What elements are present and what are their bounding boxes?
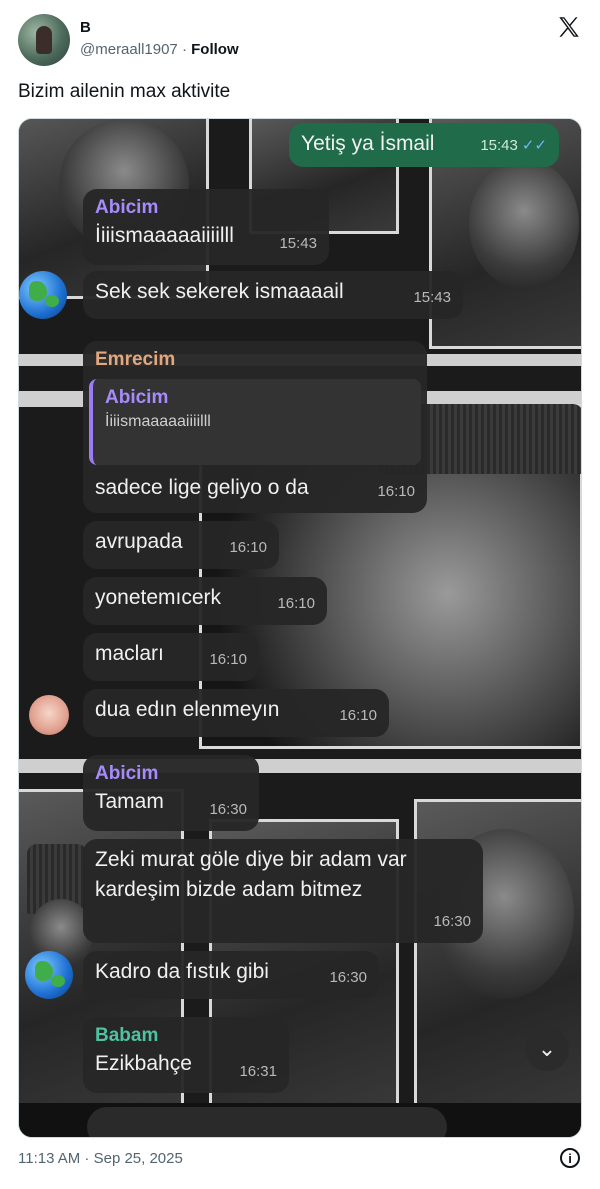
message-text: macları [95,642,164,665]
quoted-sender: Abicim [105,387,169,408]
message-sender: Babam [95,1025,159,1046]
message-meta: 15:43 ✓✓ [480,131,547,161]
message-time: 16:10 [209,651,247,668]
message-time: 16:10 [339,707,377,724]
separator: · [177,41,192,58]
message-time: 15:43 [279,235,317,252]
read-ticks-icon: ✓✓ [521,137,547,154]
message-time: 16:10 [377,483,415,500]
quoted-message[interactable]: Abicim İiiismaaaaaiiiilll [89,379,421,465]
message-time: 15:43 [480,137,518,154]
quoted-text: İiiismaaaaaiiiilll [105,413,211,430]
x-logo-icon[interactable] [556,14,582,40]
sender-avatar-pet[interactable] [29,695,69,735]
scroll-down-chevron-icon[interactable]: ⌄ [525,1027,569,1071]
message-incoming[interactable]: yonetemıcerk 16:10 [83,577,327,625]
tweet-text: Bizim ailenin max aktivite [18,81,231,102]
message-text: Sek sek sekerek ismaaaail [95,280,344,303]
message-incoming[interactable]: macları 16:10 [83,633,259,681]
display-name[interactable]: B [80,19,91,36]
message-incoming[interactable]: Sek sek sekerek ismaaaail 15:43 [83,271,463,319]
message-text-line-1: Zeki murat göle diye bir adam var [95,848,407,871]
message-text-line-2: kardeşim bizde adam bitmez [95,878,363,901]
chat-input-bar [19,1103,581,1137]
message-time: 15:43 [413,289,451,306]
message-text: dua edın elenmeyın [95,698,280,721]
message-incoming[interactable]: Zeki murat göle diye bir adam var kardeş… [83,839,483,943]
message-text: sadece lige geliyo o da [95,476,309,499]
message-time: 16:31 [239,1063,277,1080]
message-incoming[interactable]: Abicim Tamam 16:30 [83,755,259,831]
chat-screenshot[interactable]: Yetiş ya İsmail 15:43 ✓✓ Abicim İiiismaaa… [18,118,582,1138]
message-time: 16:30 [329,969,367,986]
user-handle[interactable]: @meraall1907 [80,41,178,58]
message-text: Kadro da fıstık gibi [95,960,269,983]
message-time: 16:30 [433,913,471,930]
handle-row: @meraall1907 · Follow [80,41,239,58]
message-outgoing[interactable]: Yetiş ya İsmail 15:43 ✓✓ [289,123,559,167]
info-icon[interactable]: i [560,1148,580,1168]
message-time: 16:10 [229,539,267,556]
profile-avatar[interactable] [18,14,70,66]
sender-avatar-globe[interactable] [25,951,73,999]
message-incoming[interactable]: avrupada 16:10 [83,521,279,569]
message-time: 16:30 [209,801,247,818]
message-sender: Abicim [95,763,159,784]
message-incoming[interactable]: Abicim İiiismaaaaaiiiilll 15:43 [83,189,329,265]
message-incoming[interactable]: dua edın elenmeyın 16:10 [83,689,389,737]
message-sender: Abicim [95,197,159,218]
message-input[interactable] [87,1107,447,1137]
message-text: avrupada [95,530,183,553]
message-time: 16:10 [277,595,315,612]
sender-avatar-globe[interactable] [19,271,67,319]
message-sender: Emrecim [95,349,176,370]
message-incoming[interactable]: Babam Ezikbahçe 16:31 [83,1017,289,1093]
message-text: yonetemıcerk [95,586,222,609]
message-incoming-reply[interactable]: Emrecim Abicim İiiismaaaaaiiiilll sadece… [83,341,427,513]
tweet-timestamp[interactable]: 11:13 AM · Sep 25, 2025 [18,1150,183,1167]
follow-button[interactable]: Follow [191,41,239,58]
message-incoming[interactable]: Kadro da fıstık gibi 16:30 [83,951,379,999]
message-text: Yetiş ya İsmail [301,132,435,155]
